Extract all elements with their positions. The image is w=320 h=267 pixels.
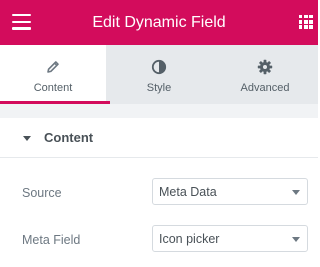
section-title: Content: [44, 130, 94, 145]
source-select-value: Meta Data: [159, 185, 217, 199]
tab-content[interactable]: Content: [0, 45, 110, 104]
section-body: Source Meta Data Meta Field Icon picker: [0, 159, 318, 267]
tab-style-label: Style: [146, 82, 172, 94]
meta-field-label: Meta Field: [22, 233, 81, 247]
pencil-icon: [47, 61, 59, 73]
meta-field-select[interactable]: Icon picker: [152, 225, 308, 252]
tab-advanced[interactable]: Advanced: [212, 45, 318, 104]
caret-down-icon: [23, 136, 31, 141]
gear-icon: [257, 59, 273, 75]
control-source: Source Meta Data: [0, 178, 318, 208]
source-select[interactable]: Meta Data: [152, 178, 308, 205]
panel-header: Edit Dynamic Field: [0, 0, 318, 45]
section-toggle-content[interactable]: Content: [0, 118, 318, 158]
source-label: Source: [22, 186, 62, 200]
chevron-down-icon: [292, 237, 300, 242]
tab-advanced-label: Advanced: [240, 82, 290, 94]
half-circle-contrast-icon: [151, 59, 167, 75]
tab-style[interactable]: Style: [106, 45, 212, 104]
control-meta-field: Meta Field Icon picker: [0, 225, 318, 255]
chevron-down-icon: [292, 190, 300, 195]
meta-field-select-value: Icon picker: [159, 232, 220, 246]
tab-content-label: Content: [33, 82, 73, 94]
panel-title: Edit Dynamic Field: [92, 14, 226, 31]
apps-grid-icon[interactable]: [299, 15, 313, 29]
section-spacer: [0, 104, 318, 118]
panel-tabs: Content Style Advanced: [0, 45, 318, 104]
